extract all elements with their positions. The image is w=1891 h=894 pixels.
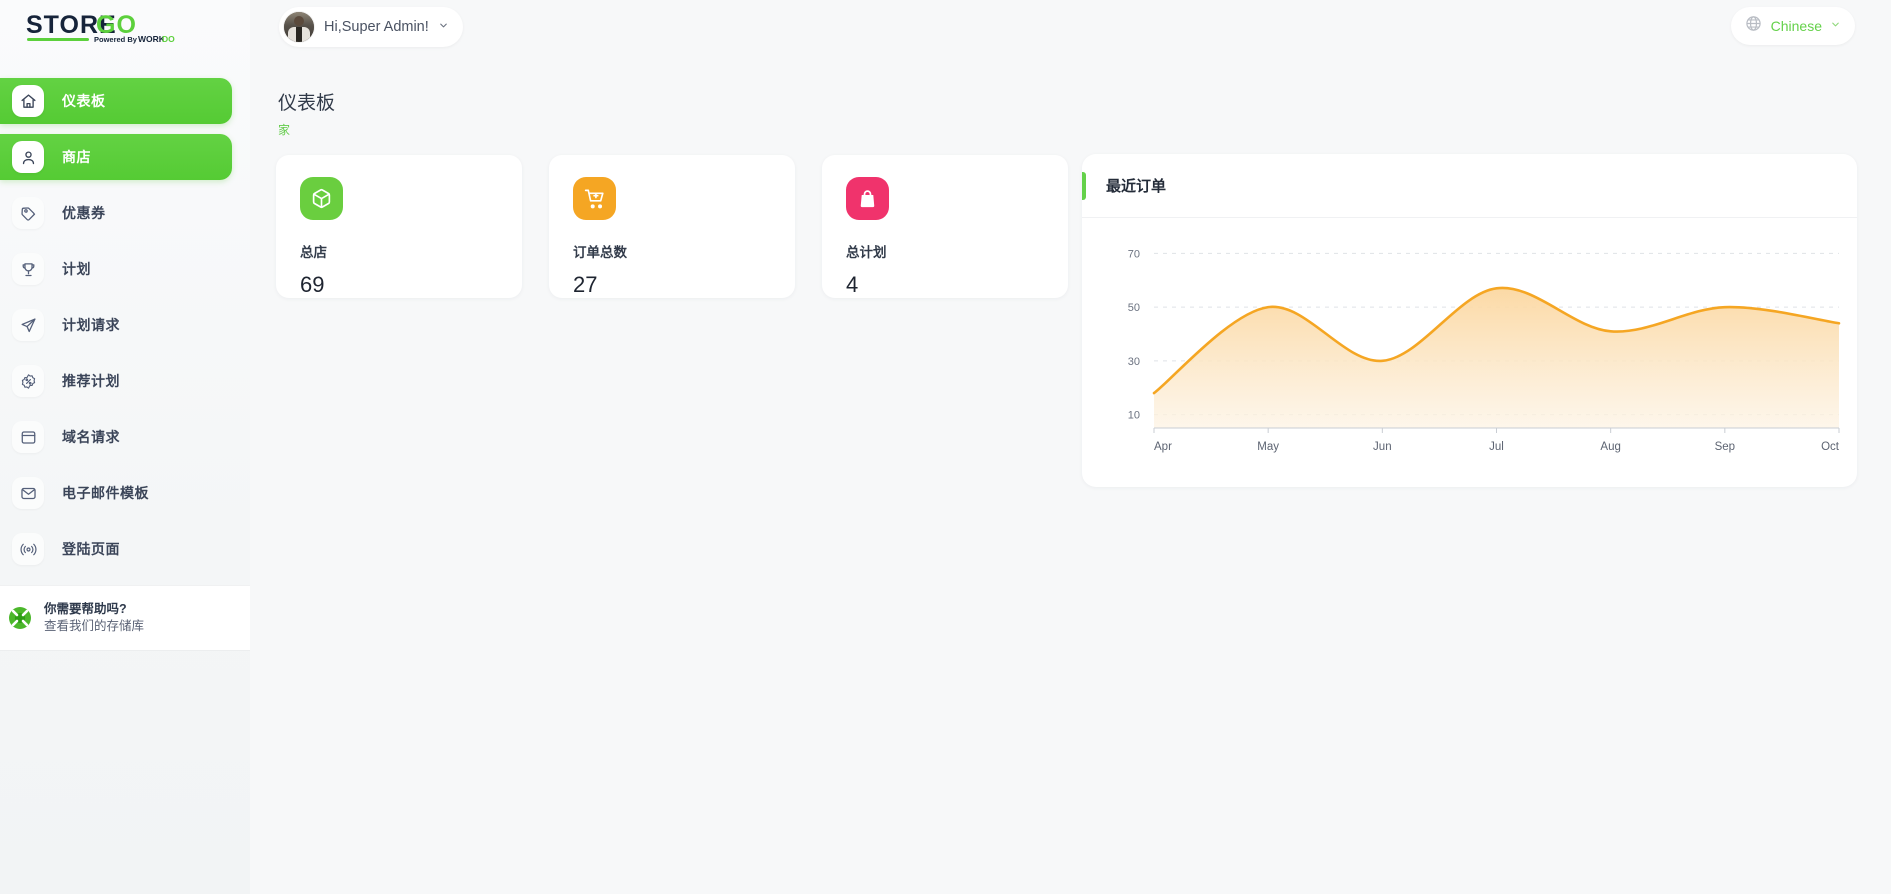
stat-card-total-plans[interactable]: 总计划 4 [822, 155, 1068, 298]
y-tick-label: 50 [1128, 302, 1140, 314]
box-icon [300, 177, 343, 220]
svg-text:DO: DO [162, 34, 175, 44]
y-tick-label: 30 [1128, 356, 1140, 368]
chart-body: 10 30 50 70 Apr May Jun Jul Aug Sep Oct [1082, 218, 1857, 486]
chart-title: 最近订单 [1106, 178, 1167, 195]
stat-card-value: 69 [300, 272, 325, 297]
percent-badge-icon [12, 365, 44, 397]
sidebar-item-plan-requests[interactable]: 计划请求 [0, 302, 232, 348]
sidebar-item-dashboard[interactable]: 仪表板 [0, 78, 232, 124]
lifebuoy-icon [8, 606, 32, 630]
sidebar-item-domain-requests[interactable]: 域名请求 [0, 414, 232, 460]
home-icon [12, 85, 44, 117]
x-tick-label: Oct [1821, 441, 1840, 453]
mail-icon [12, 477, 44, 509]
globe-icon [1745, 15, 1762, 37]
language-selector[interactable]: Chinese [1730, 7, 1855, 45]
dashboard-app: STORE GO Powered By WORK DO 仪表板 商店 优惠券 计… [0, 0, 1891, 894]
shopping-bag-icon [846, 177, 889, 220]
help-title: 你需要帮助吗? [44, 602, 127, 617]
stat-card-value: 4 [846, 272, 859, 297]
y-tick-label: 70 [1128, 248, 1140, 260]
svg-text:Powered By: Powered By [94, 35, 138, 44]
help-panel[interactable]: 你需要帮助吗? 查看我们的存储库 [0, 585, 250, 651]
x-axis: Apr May Jun Jul Aug Sep Oct [1153, 427, 1840, 453]
sidebar-item-referral-program[interactable]: 推荐计划 [0, 358, 232, 404]
user-menu-button[interactable]: Hi,Super Admin! [279, 7, 463, 47]
y-tick-label: 10 [1128, 410, 1140, 422]
window-icon [12, 421, 44, 453]
chart-header: 最近订单 [1082, 154, 1857, 218]
help-subtitle: 查看我们的存储库 [44, 619, 145, 633]
sidebar-item-label: 推荐计划 [62, 373, 120, 389]
sidebar-item-label: 计划 [62, 261, 91, 277]
send-icon [12, 309, 44, 341]
recent-orders-card: 最近订单 10 30 50 70 Apr May Jun Jul Aug Sep Oct [1082, 154, 1857, 487]
cart-plus-icon [573, 177, 616, 220]
x-tick-label: Sep [1715, 441, 1735, 453]
sidebar-item-email-templates[interactable]: 电子邮件模板 [0, 470, 232, 516]
sidebar-item-label: 商店 [62, 149, 91, 165]
stat-card-label: 总计划 [846, 245, 887, 260]
sidebar-item-label: 仪表板 [62, 93, 106, 109]
sidebar-item-label: 优惠券 [62, 205, 106, 221]
sidebar-item-stores[interactable]: 商店 [0, 134, 232, 180]
page-title: 仪表板 [278, 93, 336, 114]
sidebar-item-label: 计划请求 [62, 317, 120, 333]
language-label: Chinese [1770, 18, 1822, 34]
x-tick-label: Jun [1373, 441, 1392, 453]
x-tick-label: Apr [1154, 441, 1172, 453]
page-header: 仪表板 家 [278, 88, 335, 138]
chevron-down-icon [1830, 17, 1841, 35]
stat-card-value: 27 [573, 272, 598, 297]
x-tick-label: Jul [1489, 441, 1504, 453]
trophy-icon [12, 253, 44, 285]
breadcrumb[interactable]: 家 [278, 121, 335, 138]
stat-card-label: 总店 [300, 245, 327, 260]
stat-card-total-orders[interactable]: 订单总数 27 [549, 155, 795, 298]
user-greeting: Hi,Super Admin! [324, 19, 429, 35]
accent-bar [1082, 172, 1086, 200]
sidebar-item-label: 电子邮件模板 [62, 485, 149, 501]
stat-card-total-stores[interactable]: 总店 69 [276, 155, 522, 298]
x-tick-label: Aug [1600, 441, 1620, 453]
stat-cards: 总店 69 订单总数 27 总计划 4 [276, 155, 1068, 298]
tag-icon [12, 197, 44, 229]
app-logo[interactable]: STORE GO Powered By WORK DO [14, 6, 179, 54]
x-tick-label: May [1257, 441, 1279, 453]
sidebar-item-label: 域名请求 [62, 429, 120, 445]
sidebar-item-plans[interactable]: 计划 [0, 246, 232, 292]
recent-orders-area-chart[interactable]: 10 30 50 70 Apr May Jun Jul Aug Sep Oct [1082, 218, 1857, 486]
sidebar-item-coupons[interactable]: 优惠券 [0, 190, 232, 236]
sidebar-item-label: 登陆页面 [62, 541, 120, 557]
chevron-down-icon [438, 18, 449, 36]
help-text: 你需要帮助吗? 查看我们的存储库 [44, 601, 144, 635]
topbar: Hi,Super Admin! Chinese [250, 0, 1891, 56]
broadcast-icon [12, 533, 44, 565]
sidebar-item-landing-page[interactable]: 登陆页面 [0, 526, 232, 572]
stat-card-label: 订单总数 [573, 245, 627, 260]
storego-logo-icon: STORE GO Powered By WORK DO [26, 11, 175, 44]
sidebar: STORE GO Powered By WORK DO 仪表板 商店 优惠券 计… [0, 0, 250, 894]
user-icon [12, 141, 44, 173]
user-avatar [284, 12, 314, 42]
sidebar-nav: 仪表板 商店 优惠券 计划 计划请求 推荐计划 域名请求 电子邮件模板 登陆页面 [0, 78, 250, 638]
